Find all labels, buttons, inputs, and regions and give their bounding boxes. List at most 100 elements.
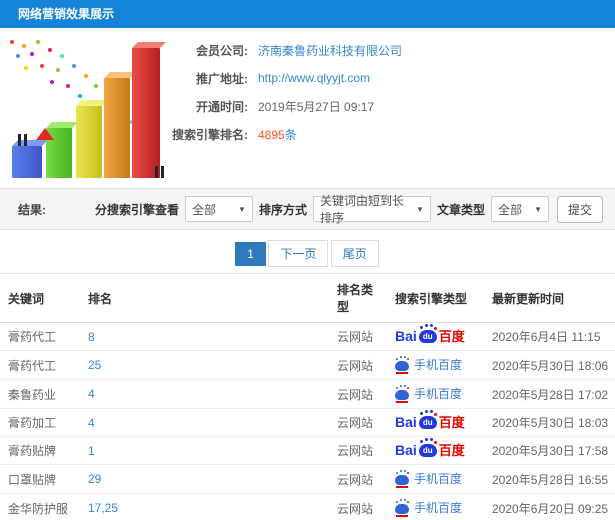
results-table-header-row: 关键词 排名 排名类型 搜索引擎类型 最新更新时间	[0, 273, 615, 323]
update-time-cell: 2020年6月20日 09:25	[484, 493, 615, 520]
article-type-select[interactable]: 全部 ▼	[490, 196, 549, 222]
baidu-logo-bai-text: Bai	[395, 442, 417, 458]
table-row: 膏药代工 8 云网站 Bai du 百度 2020年6月4日 11:15	[0, 323, 615, 351]
table-row: 膏药代工 25 云网站 手机百度 2020年5月30日 18:06	[0, 350, 615, 380]
keyword-cell: 膏药代工	[0, 350, 80, 380]
rank-cell[interactable]: 17,25	[80, 493, 329, 520]
chart-bar-blue	[12, 146, 42, 178]
mobile-baidu-label: 手机百度	[414, 472, 463, 486]
up-arrow-icon	[36, 114, 54, 140]
engine-view-label: 分搜索引擎查看	[94, 202, 179, 217]
baidu-paw-icon: du	[418, 412, 437, 429]
mobile-baidu-logo: 手机百度	[395, 470, 463, 488]
sort-select[interactable]: 关键词由短到长排序 ▼	[312, 194, 431, 225]
update-time-cell: 2020年5月28日 16:55	[484, 464, 615, 494]
mobile-baidu-label: 手机百度	[414, 358, 463, 372]
mobile-baidu-logo: 手机百度	[395, 499, 463, 517]
chevron-down-icon: ▼	[534, 204, 542, 214]
rank-cell[interactable]: 1	[80, 436, 329, 465]
rank-type-cell: 云网站	[329, 350, 387, 380]
chart-bar-orange	[104, 78, 130, 178]
engine-type-cell: 手机百度	[387, 493, 484, 520]
column-header-4: 搜索引擎类型	[387, 273, 484, 323]
sort-label: 排序方式	[258, 202, 307, 217]
table-row: 膏药加工 4 云网站 Bai du 百度 2020年5月30日 18:03	[0, 408, 615, 437]
rank-cell[interactable]: 4	[80, 379, 329, 409]
engine-rank-label: 搜索引擎排名:	[172, 127, 248, 142]
pagination: 1 下一页 尾页	[0, 230, 615, 273]
results-table-body: 膏药代工 8 云网站 Bai du 百度 2020年6月4日 11:15 膏药代工 25 云网站手…	[0, 323, 615, 520]
page-button-1[interactable]: 1	[235, 242, 266, 266]
rank-count-number: 4895	[258, 127, 285, 142]
baidu-paw-icon	[395, 387, 409, 403]
rank-type-cell: 云网站	[329, 379, 387, 409]
engine-view-selected-value: 全部	[191, 202, 216, 217]
engine-type-cell: 手机百度	[387, 379, 484, 409]
table-row: 秦鲁药业 4 云网站 手机百度 2020年5月28日 17:02	[0, 379, 615, 409]
baidu-paw-icon	[395, 472, 409, 488]
engine-type-cell: Bai du 百度	[387, 436, 484, 465]
rank-cell[interactable]: 29	[80, 464, 329, 494]
rank-type-cell: 云网站	[329, 436, 387, 465]
chart-bar-yellow	[76, 106, 102, 178]
mobile-baidu-logo: 手机百度	[395, 356, 463, 374]
keyword-cell: 膏药代工	[8, 330, 57, 344]
table-row: 口罩贴牌 29 云网站 手机百度 2020年5月28日 16:55	[0, 464, 615, 494]
baidu-logo: Bai du 百度	[395, 326, 465, 344]
submit-button[interactable]: 提交	[556, 195, 603, 223]
article-type-label: 文章类型	[436, 202, 485, 217]
company-info-list: 会员公司: 济南秦鲁药业科技有限公司 推广地址: http://www.qlyyjt.…	[160, 36, 402, 148]
sort-selected-value: 关键词由短到长排序	[319, 194, 404, 225]
rank-cell[interactable]: 8	[80, 323, 329, 351]
results-table: 关键词 排名 排名类型 搜索引擎类型 最新更新时间 膏药代工 8 云网站 Bai du 百度 202…	[0, 273, 615, 520]
promo-url-value[interactable]: http://www.qlyyjt.com	[258, 71, 370, 85]
chevron-down-icon: ▼	[416, 204, 424, 214]
result-label: 结果:	[18, 202, 46, 217]
baidu-logo-bai-text: Bai	[395, 414, 417, 430]
mobile-baidu-label: 手机百度	[414, 501, 463, 515]
chevron-down-icon: ▼	[238, 204, 246, 214]
member-company-value[interactable]: 济南秦鲁药业科技有限公司	[258, 42, 402, 59]
last-page-button[interactable]: 尾页	[330, 240, 379, 267]
engine-rank-value: 4895条	[258, 126, 297, 143]
update-time-cell: 2020年5月28日 17:02	[484, 379, 615, 409]
baidu-logo-cn-text: 百度	[438, 329, 465, 344]
rank-type-cell: 云网站	[329, 408, 387, 437]
confetti-decoration	[10, 40, 14, 44]
businessman-figure-right	[155, 166, 164, 178]
baidu-logo: Bai du 百度	[395, 412, 465, 430]
rank-count-unit: 条	[284, 127, 297, 142]
table-row: 金华防护服 17,25 云网站 手机百度 2020年6月20日 09:25	[0, 493, 615, 520]
info-section: 会员公司: 济南秦鲁药业科技有限公司 推广地址: http://www.qlyyjt.…	[0, 28, 615, 188]
baidu-logo-cn-text: 百度	[438, 443, 465, 458]
column-header-3: 排名类型	[329, 273, 387, 323]
filter-bar: 结果: 分搜索引擎查看 全部 ▼ 排序方式 关键词由短到长排序 ▼ 文章类型 全…	[0, 188, 615, 230]
keyword-cell: 膏药贴牌	[0, 436, 80, 465]
info-row-open-time: 开通时间: 2019年5月27日 09:17	[160, 92, 402, 120]
baidu-logo: Bai du 百度	[395, 440, 465, 458]
info-row-promo-url: 推广地址: http://www.qlyyjt.com	[160, 64, 402, 92]
marketing-chart-illustration	[2, 34, 182, 184]
member-company-label: 会员公司:	[196, 43, 248, 58]
engine-type-cell: Bai du 百度	[387, 323, 484, 351]
next-page-button[interactable]: 下一页	[268, 240, 329, 267]
promo-url-label: 推广地址:	[196, 71, 248, 86]
chart-bar-red	[132, 48, 160, 178]
keyword-cell: 秦鲁药业	[0, 379, 80, 409]
rank-type-cell: 云网站	[329, 493, 387, 520]
info-row-member-company: 会员公司: 济南秦鲁药业科技有限公司	[160, 36, 402, 64]
table-row: 膏药贴牌 1 云网站 Bai du 百度 2020年5月30日 17:58	[0, 436, 615, 465]
engine-view-select[interactable]: 全部 ▼	[184, 196, 253, 222]
open-time-label: 开通时间:	[196, 99, 248, 114]
mobile-baidu-label: 手机百度	[414, 387, 463, 401]
baidu-logo-cn-text: 百度	[438, 415, 465, 430]
engine-type-cell: 手机百度	[387, 464, 484, 494]
column-header-1: 关键词	[0, 273, 80, 323]
baidu-paw-icon	[395, 501, 409, 517]
open-time-value: 2019年5月27日 09:17	[258, 99, 375, 114]
rank-type-cell: 云网站	[329, 464, 387, 494]
rank-cell[interactable]: 25	[80, 350, 329, 380]
keyword-cell: 膏药加工	[0, 408, 80, 437]
rank-cell[interactable]: 4	[80, 408, 329, 437]
keyword-cell: 口罩贴牌	[0, 464, 80, 494]
